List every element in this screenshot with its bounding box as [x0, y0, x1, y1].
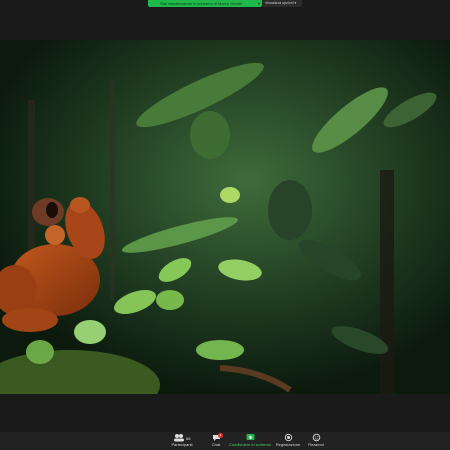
reactions-label: Reazioni: [308, 442, 324, 447]
chevron-down-icon: ▾: [294, 1, 297, 5]
reactions-icon: [312, 433, 320, 442]
chat-badge: 2: [218, 433, 223, 438]
meeting-toolbar: 68 Partecipanti 2 Chat Condividere lo sc…: [0, 432, 450, 450]
record-icon: [284, 433, 292, 442]
view-options-label: Visualizza opzioni: [265, 1, 294, 5]
view-options-button[interactable]: Visualizza opzioni ▾: [262, 0, 302, 7]
sharing-status-pill[interactable]: Stai visualizzando lo schermo di Marco G…: [148, 0, 262, 7]
participants-icon: 68: [174, 434, 191, 442]
participants-count: 68: [186, 436, 191, 441]
chevron-down-icon: ▾: [257, 1, 260, 6]
share-screen-icon: [246, 434, 254, 440]
sharing-status-text: Stai visualizzando lo schermo di Marco G…: [160, 1, 242, 6]
shared-screen-view: [0, 40, 450, 394]
reactions-button[interactable]: Reazioni: [294, 433, 338, 449]
jungle-orangutan-image: [0, 40, 450, 394]
top-bar: Stai visualizzando lo schermo di Marco G…: [0, 0, 450, 10]
